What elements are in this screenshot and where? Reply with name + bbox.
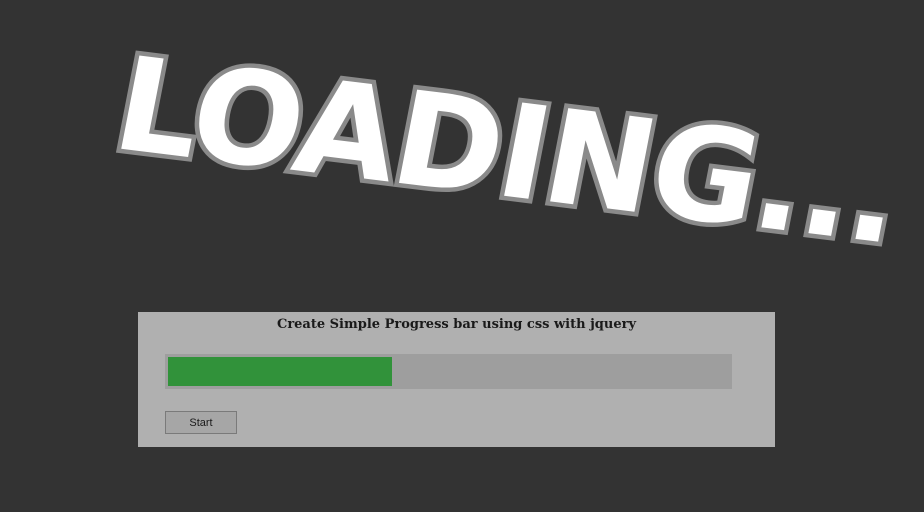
- progress-fill: [168, 357, 392, 386]
- progress-panel: Create Simple Progress bar using css wit…: [138, 312, 775, 447]
- loading-hero: LOADING...: [99, 24, 917, 278]
- page: LOADING... Create Simple Progress bar us…: [0, 0, 924, 512]
- panel-title: Create Simple Progress bar using css wit…: [276, 317, 637, 332]
- start-button[interactable]: Start: [165, 411, 237, 434]
- loading-title: LOADING...: [99, 24, 917, 278]
- progress-track: [165, 354, 732, 389]
